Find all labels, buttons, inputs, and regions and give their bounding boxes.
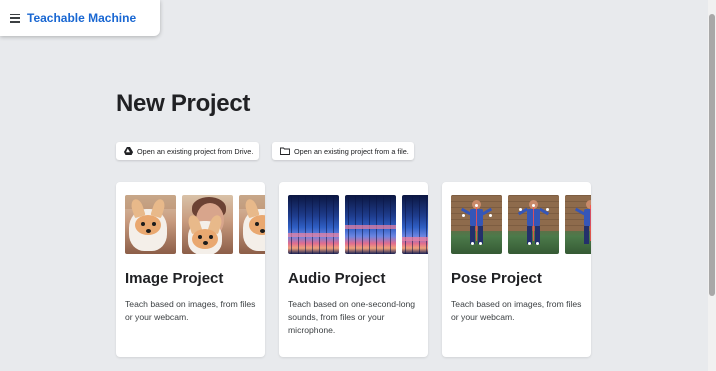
- card-title: Pose Project: [451, 270, 542, 287]
- scrollbar-thumb[interactable]: [709, 14, 715, 296]
- open-from-file-button[interactable]: Open an existing project from a file.: [272, 142, 414, 160]
- audio-project-thumbnails: [288, 195, 428, 254]
- open-from-drive-button[interactable]: Open an existing project from Drive.: [116, 142, 259, 160]
- pose-photo-thumbnail-3: [565, 195, 591, 254]
- google-drive-icon: [124, 147, 133, 155]
- card-description: Teach based on images, from files or you…: [125, 299, 256, 322]
- pose-photo-thumbnail: [451, 195, 502, 254]
- image-project-thumbnails: [125, 195, 265, 254]
- pose-project-card[interactable]: Pose Project Teach based on images, from…: [442, 182, 591, 357]
- card-description: Teach based on images, from files or you…: [451, 299, 582, 322]
- image-project-card[interactable]: Image Project Teach based on images, fro…: [116, 182, 265, 357]
- app-header: Teachable Machine: [0, 0, 160, 36]
- person-with-corgi-thumbnail: [182, 195, 233, 254]
- card-title: Audio Project: [288, 270, 386, 287]
- open-from-file-label: Open an existing project from a file.: [294, 146, 409, 156]
- folder-icon: [280, 147, 290, 155]
- spectrogram-thumbnail-2: [345, 195, 396, 254]
- corgi-photo-thumbnail-2: [239, 195, 265, 254]
- page-title: New Project: [116, 90, 251, 117]
- corgi-photo-thumbnail: [125, 195, 176, 254]
- spectrogram-thumbnail: [288, 195, 339, 254]
- pose-project-thumbnails: [451, 195, 591, 254]
- open-from-drive-label: Open an existing project from Drive.: [137, 146, 254, 156]
- card-description: Teach based on one-second-long sounds, f…: [288, 299, 416, 335]
- spectrogram-thumbnail-3: [402, 195, 428, 254]
- audio-project-card[interactable]: Audio Project Teach based on one-second-…: [279, 182, 428, 357]
- hamburger-menu-icon[interactable]: [10, 13, 20, 23]
- pose-photo-thumbnail-2: [508, 195, 559, 254]
- brand-title[interactable]: Teachable Machine: [27, 11, 136, 25]
- vertical-scrollbar[interactable]: [708, 0, 716, 371]
- card-title: Image Project: [125, 270, 224, 287]
